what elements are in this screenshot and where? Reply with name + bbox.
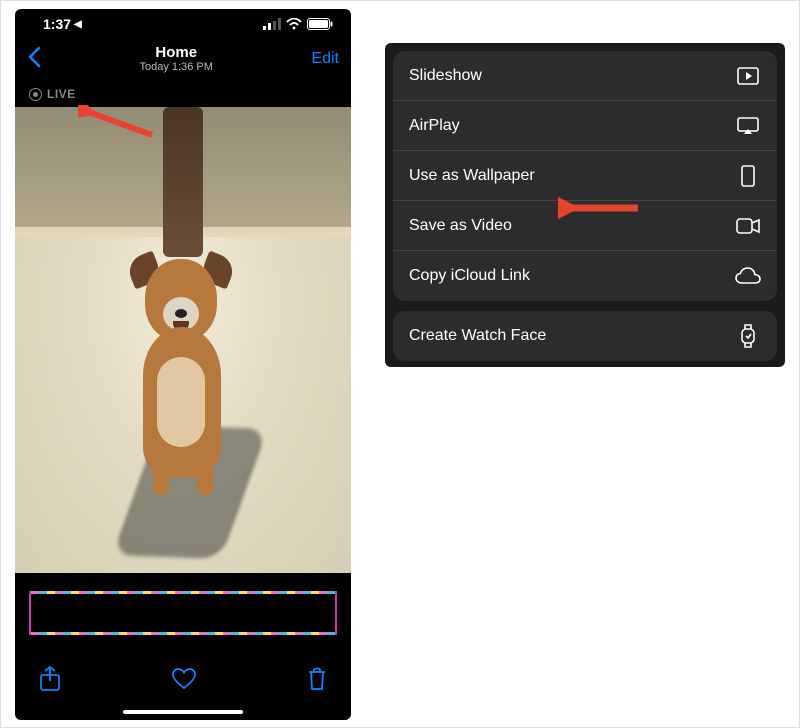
share-sheet-group-1: Slideshow AirPlay Use as Wallpaper Save … <box>393 51 777 301</box>
menu-label: Save as Video <box>409 217 512 235</box>
cloud-icon <box>735 267 761 285</box>
share-sheet-group-2: Create Watch Face <box>393 311 777 361</box>
live-badge-row: LIVE <box>15 81 351 107</box>
trash-button[interactable] <box>307 667 327 696</box>
menu-item-airplay[interactable]: AirPlay <box>393 101 777 151</box>
status-time: 1:37 ◀︎ <box>43 16 82 32</box>
airplay-icon <box>735 117 761 135</box>
menu-label: Slideshow <box>409 67 482 85</box>
battery-icon <box>307 18 333 30</box>
menu-label: Create Watch Face <box>409 327 546 345</box>
back-button[interactable] <box>27 44 41 75</box>
nav-subtitle: Today 1:36 PM <box>140 61 213 74</box>
photo-viewport[interactable] <box>15 107 351 573</box>
menu-item-save-as-video[interactable]: Save as Video <box>393 201 777 251</box>
nav-title: Home <box>140 44 213 61</box>
play-rect-icon <box>735 67 761 85</box>
menu-label: AirPlay <box>409 117 460 135</box>
wifi-icon <box>286 18 302 30</box>
status-bar: 1:37 ◀︎ <box>15 9 351 37</box>
menu-label: Copy iCloud Link <box>409 267 530 285</box>
menu-item-copy-icloud-link[interactable]: Copy iCloud Link <box>393 251 777 301</box>
menu-label: Use as Wallpaper <box>409 167 535 185</box>
status-indicators <box>263 18 333 30</box>
iphone-photos-viewer: 1:37 ◀︎ Home Today 1:36 PM Edit LIVE <box>15 9 351 720</box>
edit-button[interactable]: Edit <box>311 50 339 68</box>
menu-item-create-watch-face[interactable]: Create Watch Face <box>393 311 777 361</box>
cellular-icon <box>263 18 281 30</box>
share-button[interactable] <box>39 666 61 697</box>
live-label: LIVE <box>47 87 76 101</box>
favorite-button[interactable] <box>171 667 197 696</box>
rect-portrait-icon <box>735 165 761 187</box>
location-arrow-icon: ◀︎ <box>74 19 82 30</box>
nav-title-block: Home Today 1:36 PM <box>140 44 213 74</box>
home-indicator <box>123 710 243 714</box>
live-photo-scrubber[interactable] <box>29 591 337 635</box>
photo-subject-dog <box>107 237 257 497</box>
share-sheet: Slideshow AirPlay Use as Wallpaper Save … <box>385 43 785 367</box>
watch-icon <box>735 324 761 348</box>
nav-bar: Home Today 1:36 PM Edit <box>15 37 351 81</box>
live-icon <box>29 88 42 101</box>
menu-item-slideshow[interactable]: Slideshow <box>393 51 777 101</box>
clock-label: 1:37 <box>43 16 71 32</box>
video-camera-icon <box>735 218 761 234</box>
menu-item-wallpaper[interactable]: Use as Wallpaper <box>393 151 777 201</box>
